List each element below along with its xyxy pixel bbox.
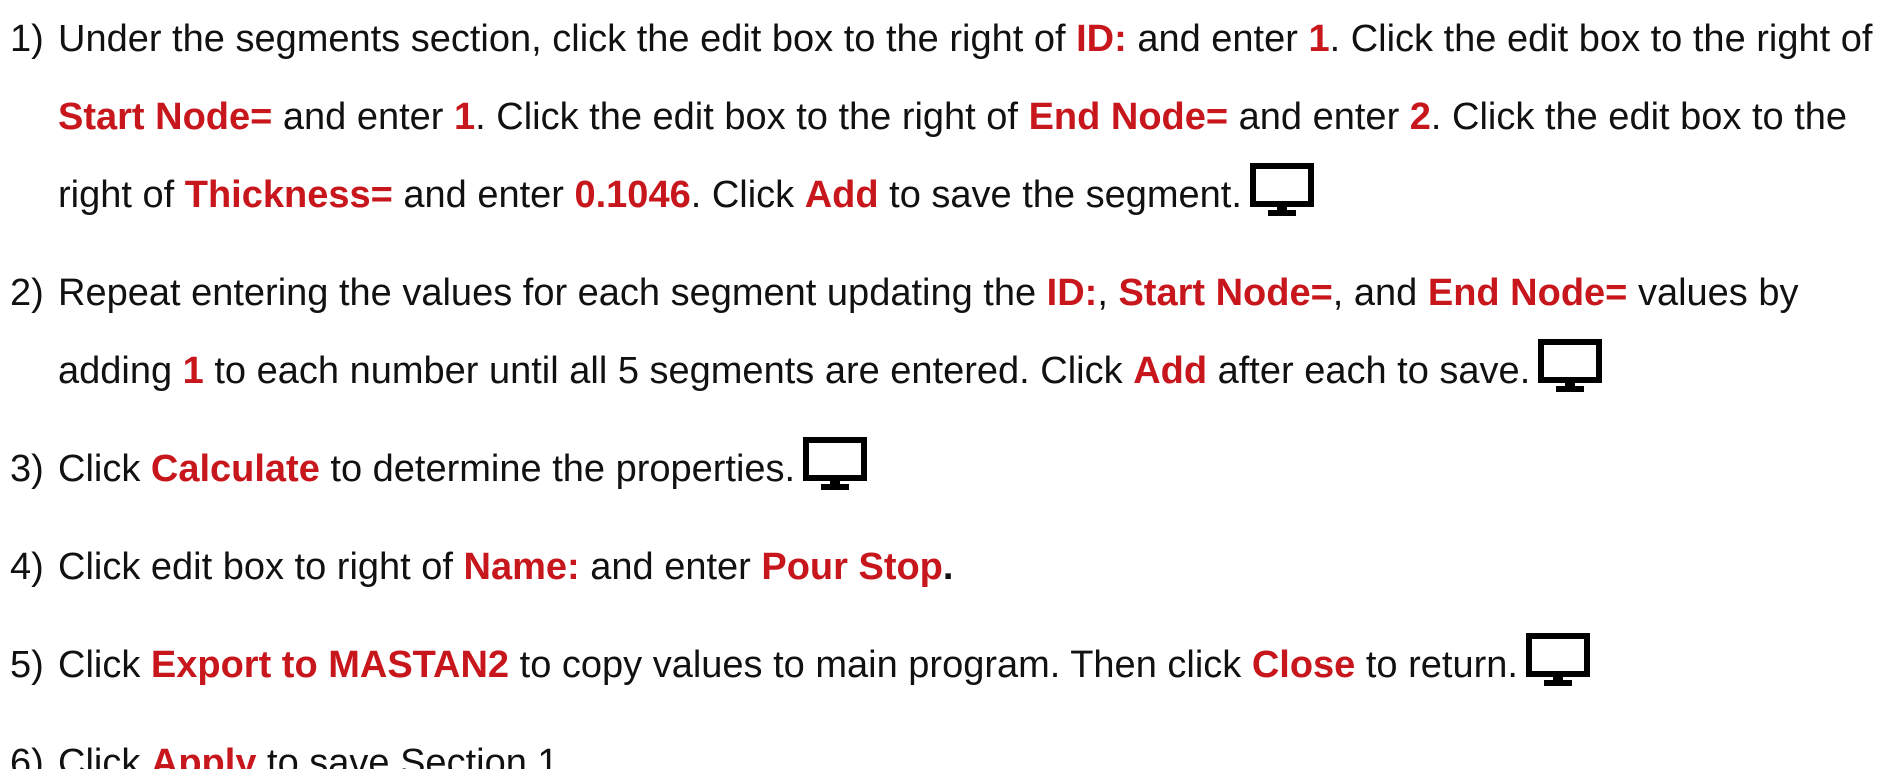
step-text: to save the segment.	[878, 174, 1242, 216]
step-1: 1) Under the segments section, click the …	[10, 0, 1895, 234]
step-text: to each number until all 5 segments are …	[203, 350, 1134, 392]
step-text: to return.	[1355, 644, 1518, 686]
step-text: Click	[58, 448, 151, 490]
highlighted-term: Calculate	[150, 448, 320, 490]
highlighted-term: 1	[454, 96, 476, 138]
step-2: 2) Repeat entering the values for each se…	[10, 254, 1895, 410]
monitor-icon[interactable]	[1538, 339, 1603, 393]
highlighted-term: End Node=	[1028, 96, 1229, 138]
highlighted-term: End Node=	[1427, 272, 1628, 314]
step-number: 6)	[10, 742, 44, 769]
step-5: 5) Click Export to MASTAN2 to copy values…	[10, 626, 1895, 704]
highlighted-term: Name:	[463, 546, 580, 588]
step-3: 3) Click Calculate to determine the prope…	[10, 430, 1895, 508]
step-text: Click	[58, 742, 151, 769]
step-number: 1)	[10, 18, 44, 60]
step-text: Click edit box to right of	[58, 546, 464, 588]
highlighted-term: Add	[1133, 350, 1208, 392]
step-number: 4)	[10, 546, 44, 588]
step-text: and enter	[272, 96, 455, 138]
highlighted-term: ID:	[1076, 18, 1127, 60]
step-4: 4) Click edit box to right of Name: and e…	[10, 528, 1895, 606]
step-text: and enter	[1228, 96, 1410, 138]
step-text: Under the segments section, click the ed…	[58, 18, 1077, 60]
step-text: Click	[58, 644, 151, 686]
step-number: 5)	[10, 644, 44, 686]
monitor-icon[interactable]	[1525, 633, 1590, 687]
highlighted-term: Close	[1251, 644, 1356, 686]
step-text: and enter	[392, 174, 575, 216]
step-text: and enter	[1126, 18, 1309, 60]
highlighted-term: Add	[804, 174, 879, 216]
highlighted-term: Start Node=	[58, 96, 273, 138]
step-text: .	[942, 546, 954, 588]
step-text: , and	[1332, 272, 1428, 314]
step-text: to copy values to main program. Then cli…	[509, 644, 1252, 686]
step-text: to save Section 1.	[256, 742, 570, 769]
highlighted-term: Export to MASTAN2	[150, 644, 510, 686]
step-text: after each to save.	[1207, 350, 1531, 392]
highlighted-term: Start Node=	[1118, 272, 1333, 314]
step-text: . Click the edit box to the right of	[1329, 18, 1873, 60]
step-number: 2)	[10, 272, 44, 314]
step-text: . Click the edit box to the right of	[475, 96, 1029, 138]
highlighted-term: 1	[1308, 18, 1330, 60]
step-text: and enter	[579, 546, 762, 588]
step-6: 6) Click Apply to save Section 1.	[10, 724, 1895, 769]
highlighted-term: 0.1046	[574, 174, 691, 216]
highlighted-term: 1	[182, 350, 204, 392]
step-number: 3)	[10, 448, 44, 490]
monitor-icon[interactable]	[1249, 163, 1314, 217]
monitor-icon[interactable]	[803, 437, 868, 491]
highlighted-term: Thickness=	[184, 174, 393, 216]
instruction-list: 1) Under the segments section, click the …	[10, 0, 1895, 769]
step-text: Repeat entering the values for each segm…	[58, 272, 1047, 314]
highlighted-term: Apply	[150, 742, 257, 769]
highlighted-term: ID:	[1046, 272, 1098, 314]
step-text: to determine the properties.	[319, 448, 796, 490]
step-text: ,	[1097, 272, 1119, 314]
step-text: . Click	[690, 174, 805, 216]
highlighted-term: Pour Stop	[761, 546, 943, 588]
highlighted-term: 2	[1409, 96, 1431, 138]
